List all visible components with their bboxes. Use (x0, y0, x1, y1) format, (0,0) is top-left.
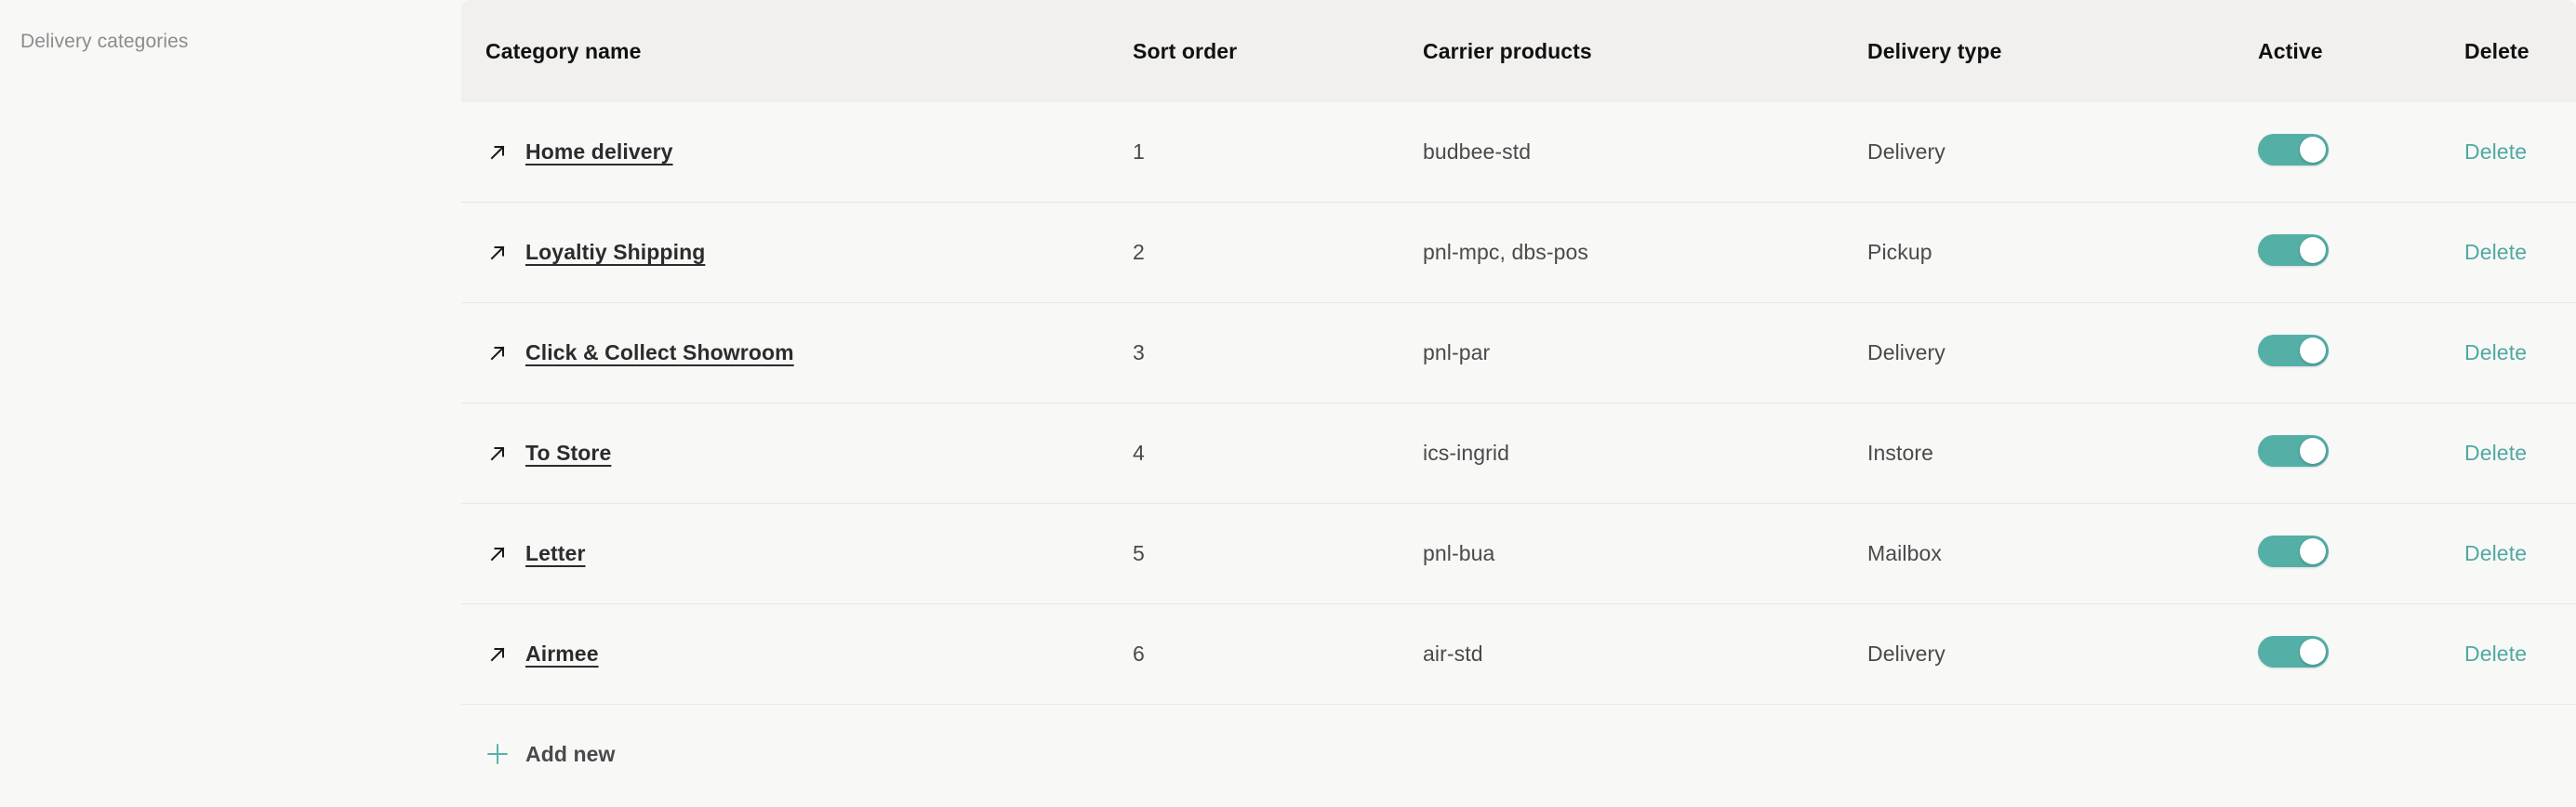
cell-active (2258, 404, 2464, 504)
arrow-up-right-icon (485, 140, 510, 165)
cell-sort-order: 6 (1133, 642, 1145, 666)
table-row: Click & Collect Showroom 3 pnl-par Delivery… (461, 302, 2576, 404)
active-toggle[interactable] (2258, 334, 2329, 366)
toggle-knob (2300, 136, 2326, 163)
column-header-active: Active (2258, 38, 2323, 63)
delete-link[interactable]: Delete (2464, 541, 2527, 565)
cell-carrier-products: pnl-par (1423, 340, 1491, 364)
cell-category-name: Letter (461, 504, 1133, 604)
cell-carrier-products: pnl-mpc, dbs-pos (1423, 240, 1589, 264)
table-body: Home delivery 1 budbee-std Delivery Delete Lo… (461, 102, 2576, 705)
cell-sort-order: 5 (1133, 541, 1145, 565)
cell-carrier-products: ics-ingrid (1423, 441, 1510, 465)
column-header-delete: Delete (2464, 38, 2530, 63)
cell-active (2258, 504, 2464, 604)
cell-delivery-type: Pickup (1867, 240, 1932, 264)
cell-active (2258, 604, 2464, 705)
cell-delivery-type: Delivery (1867, 340, 1945, 364)
cell-sort-order: 2 (1133, 240, 1145, 264)
cell-delete: Delete (2464, 604, 2576, 705)
arrow-up-right-icon (485, 442, 510, 466)
cell-category-name: To Store (461, 404, 1133, 504)
cell-category-name: Loyaltiy Shipping (461, 203, 1133, 303)
arrow-up-right-icon (485, 241, 510, 265)
active-toggle[interactable] (2258, 233, 2329, 266)
cell-delete: Delete (2464, 404, 2576, 504)
cell-delete: Delete (2464, 203, 2576, 303)
toggle-knob (2300, 236, 2326, 263)
cell-sort-order: 3 (1133, 340, 1145, 364)
toggle-knob (2300, 437, 2326, 464)
active-toggle[interactable] (2258, 635, 2329, 668)
table-row: To Store 4 ics-ingrid Instore Delete (461, 403, 2576, 504)
category-name-link[interactable]: Airmee (525, 642, 599, 667)
active-toggle[interactable] (2258, 434, 2329, 467)
table-row: Airmee 6 air-std Delivery Delete (461, 603, 2576, 705)
table-header: Category name Sort order Carrier product… (461, 0, 2576, 102)
section-label: Delivery categories (20, 31, 189, 52)
column-header-carrier-products: Carrier products (1423, 38, 1592, 63)
cell-category-name: Home delivery (461, 102, 1133, 203)
cell-delivery-type: Delivery (1867, 642, 1945, 666)
toggle-knob (2300, 537, 2326, 564)
cell-delete: Delete (2464, 303, 2576, 404)
table-row: Loyaltiy Shipping 2 pnl-mpc, dbs-pos Pickup… (461, 202, 2576, 303)
arrow-up-right-icon (485, 542, 510, 566)
cell-carrier-products: pnl-bua (1423, 541, 1495, 565)
active-toggle[interactable] (2258, 133, 2329, 165)
table-row: Home delivery 1 budbee-std Delivery Delete (461, 102, 2576, 203)
arrow-up-right-icon (485, 642, 510, 667)
delete-link[interactable]: Delete (2464, 642, 2527, 666)
cell-category-name: Click & Collect Showroom (461, 303, 1133, 404)
delivery-categories-panel: Category name Sort order Carrier product… (461, 0, 2576, 807)
cell-delete: Delete (2464, 102, 2576, 203)
cell-carrier-products: budbee-std (1423, 139, 1532, 164)
cell-active (2258, 303, 2464, 404)
category-name-link[interactable]: To Store (525, 441, 611, 466)
delete-link[interactable]: Delete (2464, 139, 2527, 164)
cell-delivery-type: Delivery (1867, 139, 1945, 164)
delete-link[interactable]: Delete (2464, 340, 2527, 364)
column-header-delivery-type: Delivery type (1867, 38, 2002, 63)
delete-link[interactable]: Delete (2464, 240, 2527, 264)
toggle-knob (2300, 337, 2326, 364)
cell-active (2258, 102, 2464, 203)
delivery-categories-table: Category name Sort order Carrier product… (461, 0, 2576, 705)
table-header-row: Category name Sort order Carrier product… (461, 0, 2576, 102)
cell-active (2258, 203, 2464, 303)
cell-sort-order: 1 (1133, 139, 1145, 164)
add-new-label: Add new (525, 741, 616, 766)
column-header-category-name: Category name (485, 38, 642, 63)
plus-icon (485, 742, 510, 766)
category-name-link[interactable]: Home delivery (525, 139, 673, 165)
category-name-link[interactable]: Letter (525, 541, 586, 566)
active-toggle[interactable] (2258, 535, 2329, 567)
toggle-knob (2300, 638, 2326, 665)
cell-delete: Delete (2464, 504, 2576, 604)
cell-delivery-type: Mailbox (1867, 541, 1942, 565)
cell-delivery-type: Instore (1867, 441, 1934, 465)
add-new-button[interactable]: Add new (461, 705, 2576, 803)
cell-category-name: Airmee (461, 604, 1133, 705)
cell-carrier-products: air-std (1423, 642, 1483, 666)
cell-sort-order: 4 (1133, 441, 1145, 465)
delete-link[interactable]: Delete (2464, 441, 2527, 465)
arrow-up-right-icon (485, 341, 510, 365)
category-name-link[interactable]: Loyaltiy Shipping (525, 240, 705, 265)
table-row: Letter 5 pnl-bua Mailbox Delete (461, 503, 2576, 604)
category-name-link[interactable]: Click & Collect Showroom (525, 340, 794, 365)
column-header-sort-order: Sort order (1133, 38, 1238, 63)
